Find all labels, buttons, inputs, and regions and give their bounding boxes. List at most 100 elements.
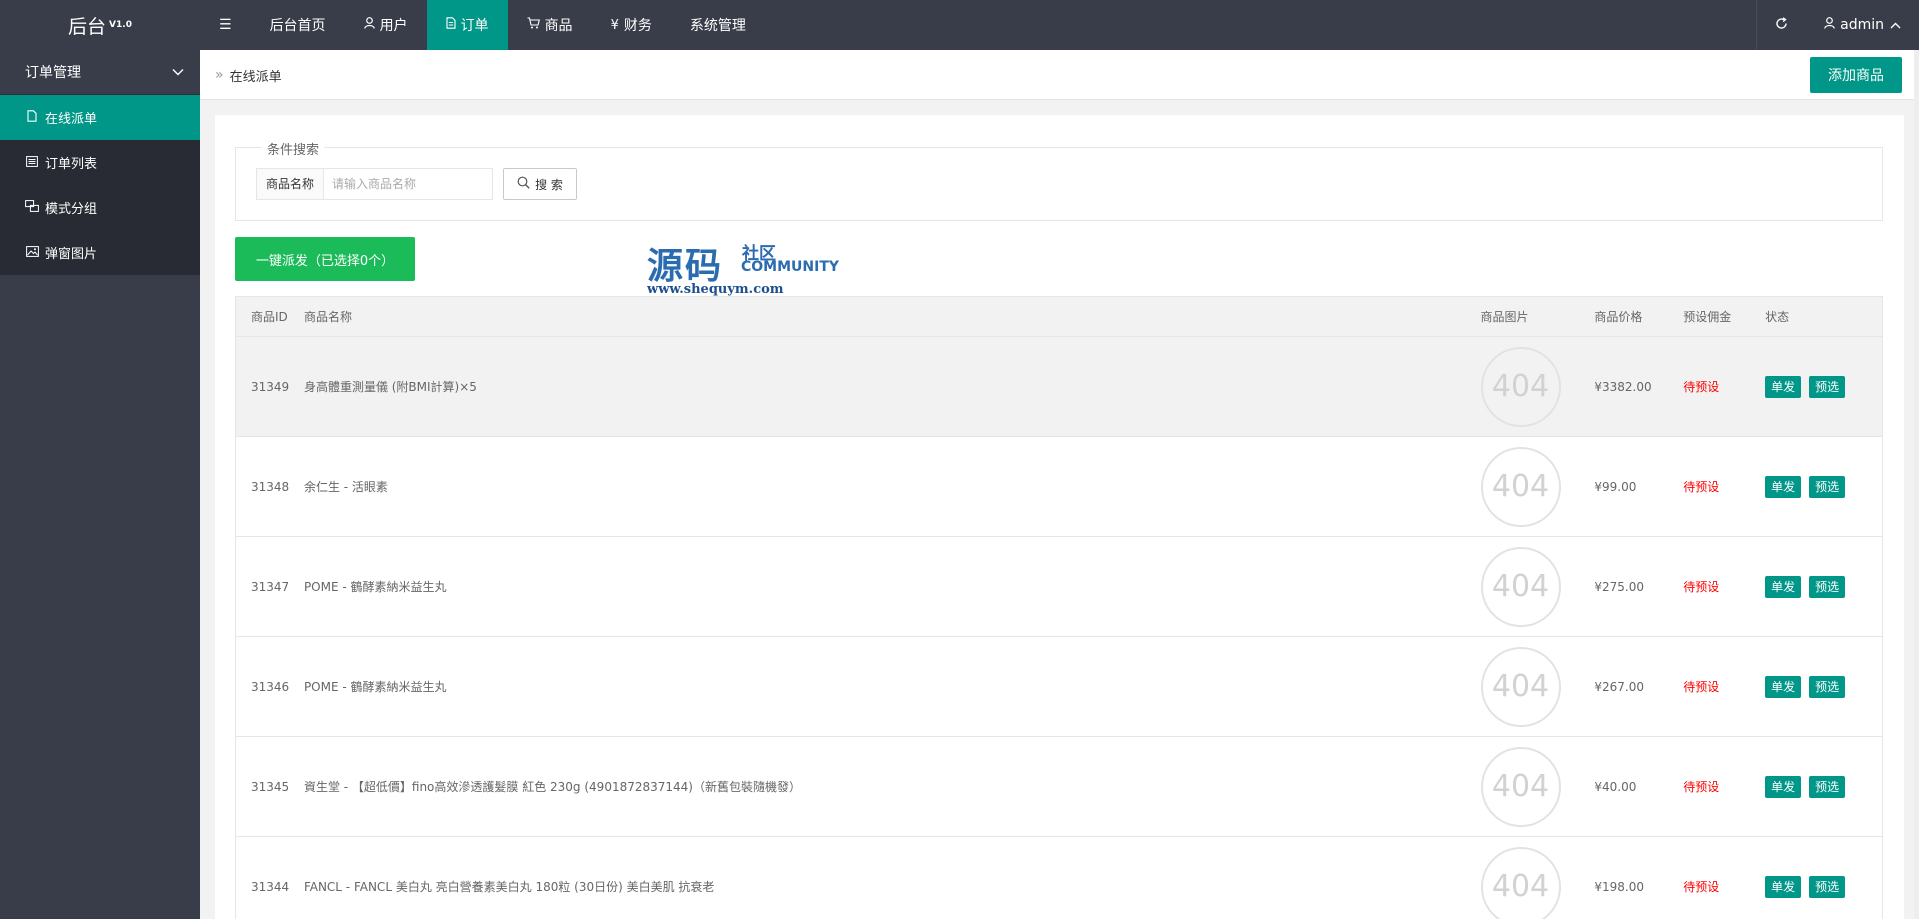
- products-table: 商品ID 商品名称 商品图片 商品价格 预设佣金 状态 31349 身高體重測量…: [235, 296, 1883, 919]
- row-name: POME - 鶴酵素納米益生丸: [303, 580, 447, 594]
- main-content: » 在线派单 添加商品 条件搜索 商品名称 搜 索 一键派发（已选择0个） 源码…: [200, 50, 1919, 919]
- user-name: admin: [1840, 17, 1884, 33]
- sidebar-item-popup-image[interactable]: 弹窗图片: [0, 230, 200, 275]
- single-dispatch-button[interactable]: 单发: [1765, 675, 1802, 698]
- single-dispatch-button[interactable]: 单发: [1765, 875, 1802, 898]
- nav-finance[interactable]: ¥ 财务: [592, 0, 671, 50]
- row-id: 31347: [251, 579, 290, 594]
- menu-toggle-button[interactable]: ☰: [200, 0, 251, 50]
- sidebar-submenu: 在线派单 订单列表 模式分组 弹窗图片: [0, 95, 200, 275]
- breadcrumb-current: 在线派单: [229, 69, 282, 85]
- logo-text: 后台: [68, 15, 107, 38]
- row-name: 身高體重測量儀 (附BMI計算)×5: [303, 380, 477, 394]
- table-row[interactable]: 31344 FANCL - FANCL 美白丸 亮白營養素美白丸 180粒 (3…: [236, 837, 1882, 919]
- product-name-input[interactable]: [323, 168, 494, 200]
- header-commission: 预设佣金: [1683, 310, 1732, 324]
- batch-dispatch-button[interactable]: 一键派发（已选择0个）: [235, 237, 415, 281]
- user-menu[interactable]: admin: [1806, 0, 1919, 50]
- add-product-button[interactable]: 添加商品: [1810, 57, 1902, 93]
- row-id: 31346: [251, 679, 290, 694]
- user-icon: [1824, 17, 1835, 33]
- breadcrumb-bar: » 在线派单 添加商品: [200, 50, 1919, 100]
- row-commission: 待预设: [1683, 480, 1720, 494]
- document-icon: [25, 110, 39, 125]
- document-icon: [446, 17, 456, 33]
- sidebar-item-label: 弹窗图片: [45, 247, 98, 262]
- preset-button[interactable]: 预选: [1809, 775, 1846, 798]
- nav-system[interactable]: 系统管理: [671, 0, 765, 50]
- nav-home[interactable]: 后台首页: [251, 0, 345, 50]
- user-icon: [363, 17, 375, 33]
- chevron-up-icon: [1890, 17, 1901, 33]
- row-image: 404: [1480, 346, 1595, 427]
- nav-orders[interactable]: 订单: [426, 0, 508, 50]
- page-scrollbar[interactable]: [1914, 50, 1919, 919]
- table-row[interactable]: 31348 余仁生 - 活眼素 404 ¥99.00 待预设 单发 预选: [236, 437, 1882, 537]
- preset-button[interactable]: 预选: [1809, 675, 1846, 698]
- nav-users-label: 用户: [379, 18, 408, 34]
- image-placeholder: 404: [1480, 646, 1561, 727]
- row-image: 404: [1480, 846, 1595, 919]
- row-image: 404: [1480, 646, 1595, 727]
- row-id: 31344: [251, 879, 290, 894]
- group-icon: [25, 200, 39, 215]
- table-row[interactable]: 31346 POME - 鶴酵素納米益生丸 404 ¥267.00 待预设 单发…: [236, 637, 1882, 737]
- row-image: 404: [1480, 446, 1595, 527]
- top-nav: ☰ 后台首页 用户 订单 商品 ¥ 财务 系统管理: [200, 0, 765, 50]
- single-dispatch-button[interactable]: 单发: [1765, 575, 1802, 598]
- sidebar-item-label: 订单列表: [45, 157, 98, 172]
- table-row[interactable]: 31349 身高體重測量儀 (附BMI計算)×5 404 ¥3382.00 待预…: [236, 337, 1882, 437]
- search-fieldset: 条件搜索 商品名称 搜 索: [235, 139, 1883, 221]
- single-dispatch-button[interactable]: 单发: [1765, 375, 1802, 398]
- sidebar-item-order-list[interactable]: 订单列表: [0, 140, 200, 185]
- refresh-button[interactable]: [1756, 0, 1806, 50]
- sidebar-item-label: 在线派单: [45, 112, 98, 127]
- table-row[interactable]: 31345 資生堂 - 【超低價】fino高效滲透護髮膜 紅色 230g (49…: [236, 737, 1882, 837]
- nav-products[interactable]: 商品: [508, 0, 592, 50]
- nav-orders-label: 订单: [460, 18, 489, 34]
- row-actions: 单发 预选: [1765, 675, 1882, 698]
- watermark-url: www.shequym.com: [647, 282, 784, 297]
- header-image: 商品图片: [1480, 310, 1529, 324]
- nav-users[interactable]: 用户: [345, 0, 427, 50]
- nav-products-label: 商品: [544, 18, 573, 34]
- logo[interactable]: 后台 V1.0: [0, 0, 200, 50]
- image-placeholder: 404: [1480, 746, 1561, 827]
- search-button-label: 搜 索: [535, 177, 563, 192]
- version-badge: V1.0: [109, 20, 132, 30]
- preset-button[interactable]: 预选: [1809, 375, 1846, 398]
- row-actions: 单发 预选: [1765, 375, 1882, 398]
- row-name: FANCL - FANCL 美白丸 亮白營養素美白丸 180粒 (30日份) 美…: [303, 880, 715, 894]
- row-actions: 单发 预选: [1765, 575, 1882, 598]
- row-name: 資生堂 - 【超低價】fino高效滲透護髮膜 紅色 230g (49018728…: [303, 780, 801, 794]
- image-placeholder: 404: [1480, 846, 1561, 919]
- row-actions: 单发 预选: [1765, 775, 1882, 798]
- single-dispatch-button[interactable]: 单发: [1765, 775, 1802, 798]
- search-icon: [517, 176, 530, 192]
- row-price: ¥99.00: [1594, 479, 1637, 494]
- refresh-icon: [1775, 16, 1788, 34]
- header-price: 商品价格: [1594, 310, 1643, 324]
- preset-button[interactable]: 预选: [1809, 475, 1846, 498]
- image-placeholder: 404: [1480, 346, 1561, 427]
- yen-icon: ¥: [610, 17, 619, 33]
- row-name: POME - 鶴酵素納米益生丸: [303, 680, 447, 694]
- watermark-community: COMMUNITY: [741, 259, 840, 275]
- sidebar-item-mode-group[interactable]: 模式分组: [0, 185, 200, 230]
- sidebar-item-dispatch[interactable]: 在线派单: [0, 95, 200, 140]
- table-row[interactable]: 31347 POME - 鶴酵素納米益生丸 404 ¥275.00 待预设 单发…: [236, 537, 1882, 637]
- row-name: 余仁生 - 活眼素: [303, 480, 388, 494]
- row-image: 404: [1480, 546, 1595, 627]
- sidebar-group-orders[interactable]: 订单管理: [0, 50, 200, 95]
- row-price: ¥267.00: [1594, 679, 1644, 694]
- row-price: ¥198.00: [1594, 879, 1644, 894]
- preset-button[interactable]: 预选: [1809, 875, 1846, 898]
- nav-home-label: 后台首页: [269, 18, 326, 34]
- preset-button[interactable]: 预选: [1809, 575, 1846, 598]
- search-button[interactable]: 搜 索: [503, 168, 578, 200]
- row-price: ¥3382.00: [1594, 379, 1652, 394]
- sidebar-group-label: 订单管理: [25, 65, 81, 81]
- single-dispatch-button[interactable]: 单发: [1765, 475, 1802, 498]
- content-panel: 条件搜索 商品名称 搜 索 一键派发（已选择0个） 源码 社区 COMMUNIT…: [215, 115, 1904, 919]
- row-id: 31349: [251, 379, 290, 394]
